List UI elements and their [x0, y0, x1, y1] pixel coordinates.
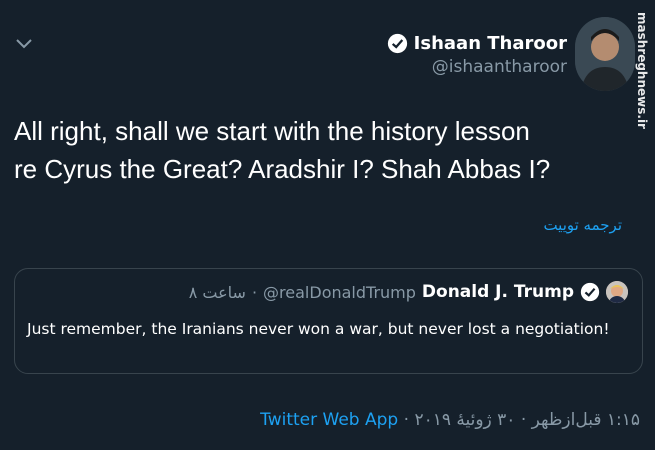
- tweet-date[interactable]: ۳۰ ژوئیهٔ ۲۰۱۹: [414, 410, 515, 430]
- chevron-down-icon[interactable]: [14, 36, 34, 52]
- author-handle[interactable]: @ishaantharoor: [387, 57, 567, 77]
- tweet-footer: ۱:۱۵ قبل‌ازظهر · ۳۰ ژوئیهٔ ۲۰۱۹ · Twitte…: [260, 410, 640, 430]
- quoted-text: Just remember, the Iranians never won a …: [27, 320, 610, 338]
- meta-separator: ·: [520, 410, 527, 430]
- meta-separator: ·: [403, 410, 410, 430]
- quoted-handle: @realDonaldTrump: [263, 282, 416, 302]
- tweet-author[interactable]: Ishaan Tharoor @ishaantharoor: [387, 33, 567, 77]
- quoted-avatar: [606, 281, 628, 303]
- author-name[interactable]: Ishaan Tharoor: [414, 33, 567, 54]
- tweet-time[interactable]: ۱:۱۵ قبل‌ازظهر: [532, 410, 640, 430]
- translate-tweet-link[interactable]: ترجمه توییت: [543, 216, 622, 234]
- tweet-text-line: re Cyrus the Great? Aradshir I? Shah Abb…: [14, 154, 551, 184]
- verified-badge-icon: [387, 33, 407, 54]
- source-app-link[interactable]: Twitter Web App: [260, 410, 398, 430]
- tweet-text-line: All right, shall we start with the histo…: [14, 116, 530, 146]
- verified-badge-icon: [580, 282, 600, 302]
- quoted-author-name: Donald J. Trump: [421, 282, 574, 302]
- quoted-tweet-header: ۸ ساعت · @realDonaldTrump Donald J. Trum…: [189, 281, 628, 303]
- watermark: mashreghnews.ir: [635, 12, 649, 129]
- quoted-tweet[interactable]: ۸ ساعت · @realDonaldTrump Donald J. Trum…: [14, 268, 643, 374]
- tweet-text: All right, shall we start with the histo…: [14, 112, 634, 188]
- meta-separator: ·: [251, 282, 258, 302]
- quoted-time: ۸ ساعت: [188, 282, 246, 302]
